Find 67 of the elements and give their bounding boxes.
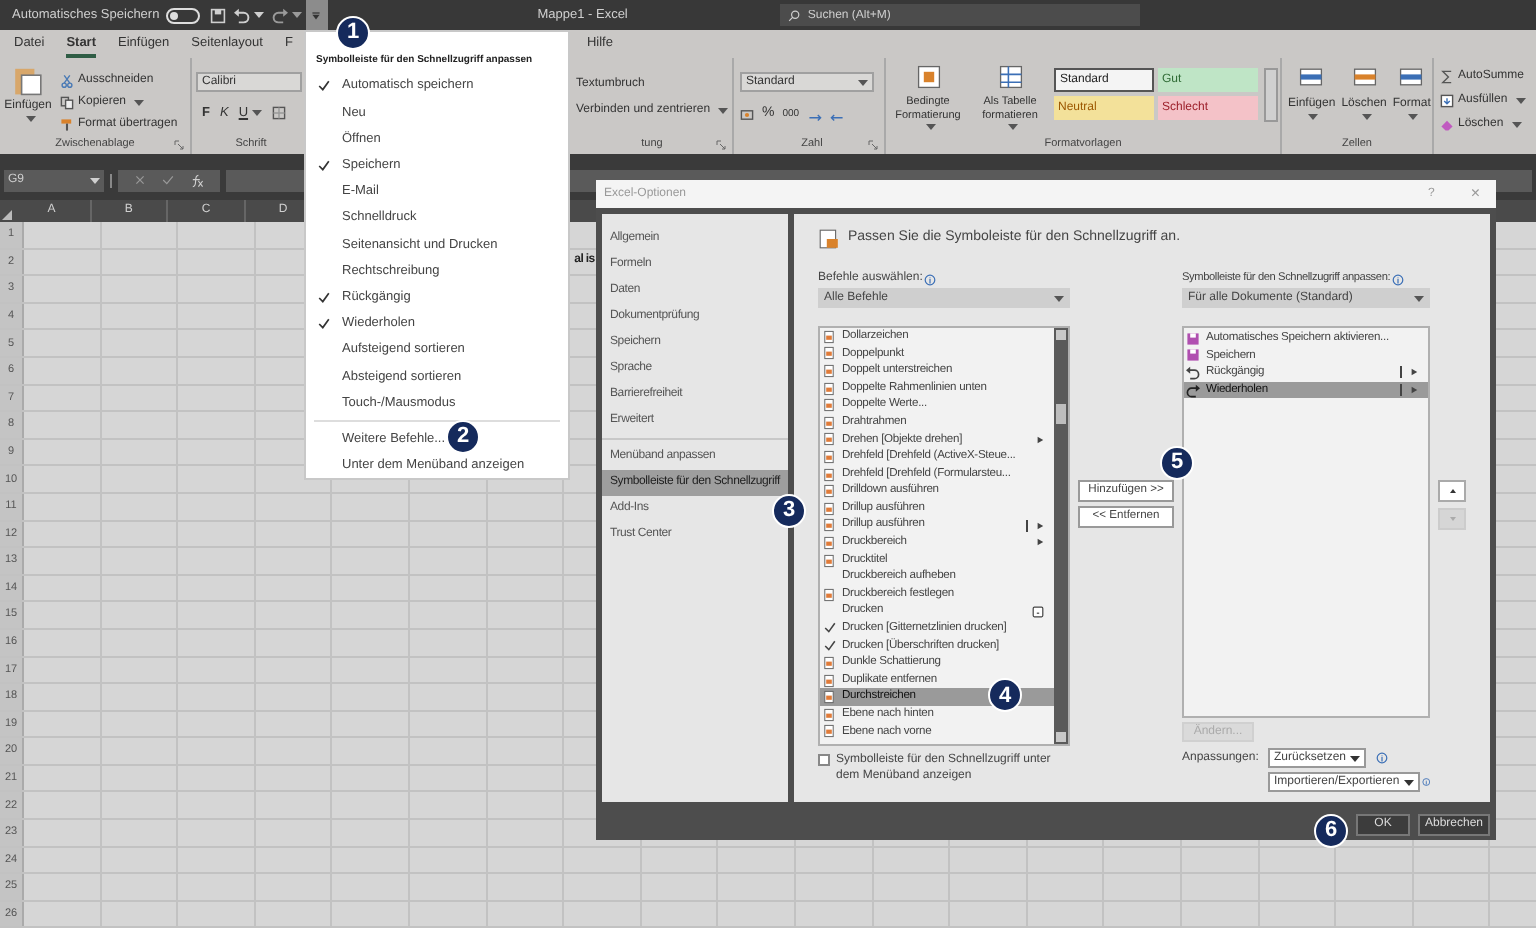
redo-icon (271, 7, 288, 23)
caret-icon (310, 9, 323, 21)
customize-toolbar-button[interactable] (305, 0, 328, 30)
scrollbar[interactable] (1054, 328, 1068, 744)
cancel-icon (134, 174, 146, 186)
arrow-up-icon (1447, 486, 1457, 496)
table-icon (1398, 64, 1425, 90)
brush-icon (60, 117, 74, 131)
caret-icon (1054, 295, 1064, 301)
move-up-button[interactable] (1438, 480, 1466, 502)
caret-icon (291, 12, 302, 18)
gallery-scroll[interactable] (1264, 68, 1278, 122)
command-icon (822, 553, 836, 568)
callout-badge: 5 (1160, 446, 1194, 480)
function-icon (190, 173, 204, 187)
caret-icon (1403, 779, 1414, 785)
caret-icon (1308, 114, 1319, 120)
callout-badge: 1 (336, 16, 370, 50)
checkbox[interactable] (818, 754, 830, 766)
caret-icon (858, 79, 868, 85)
toolbar-icon (818, 227, 840, 249)
callout-badge: 6 (1314, 813, 1348, 847)
caret-icon (252, 110, 263, 117)
caret-icon (1361, 114, 1372, 120)
fill-icon (1440, 93, 1454, 107)
caret-icon (1515, 97, 1526, 103)
caret-icon (1350, 755, 1361, 761)
info-icon (924, 273, 937, 285)
dialog-launcher-icon (868, 140, 878, 150)
clipboard-icon (12, 64, 44, 96)
callout-badge: 3 (772, 494, 806, 528)
table-icon (1298, 64, 1325, 90)
caret-icon (253, 12, 264, 18)
caret-icon (1408, 114, 1419, 120)
autosave-toggle[interactable] (165, 7, 200, 23)
search-icon (787, 9, 800, 21)
caret-icon (718, 107, 729, 113)
caret-icon (1007, 124, 1017, 130)
callout-badge: 2 (446, 420, 480, 455)
dialog-launcher-icon (716, 140, 726, 150)
info-icon (1392, 273, 1405, 285)
info-icon (1376, 752, 1389, 764)
undo-icon (1186, 365, 1200, 380)
table-icon (997, 64, 1023, 90)
save-icon (209, 7, 226, 23)
table-icon (915, 64, 941, 90)
scissors-icon (60, 73, 74, 87)
sigma-icon (1440, 69, 1454, 83)
enter-icon (162, 174, 174, 186)
dialog-launcher-icon (174, 140, 184, 150)
caret-icon (1511, 121, 1522, 127)
callout-badge: 4 (988, 678, 1022, 713)
caret-icon (90, 177, 100, 183)
currency-icon (740, 107, 754, 122)
caret-icon (25, 116, 35, 122)
redo-icon (1186, 383, 1200, 398)
eraser-icon (1440, 117, 1454, 131)
copy-icon (60, 95, 74, 109)
command-icon (822, 587, 836, 602)
caret-icon (1414, 295, 1424, 301)
info-icon (1421, 776, 1430, 788)
border-icon (272, 106, 287, 121)
caret-icon (134, 99, 145, 105)
table-icon (1351, 64, 1378, 90)
undo-icon (233, 7, 250, 23)
caret-icon (925, 124, 935, 130)
arrow-down-icon (1447, 514, 1457, 524)
